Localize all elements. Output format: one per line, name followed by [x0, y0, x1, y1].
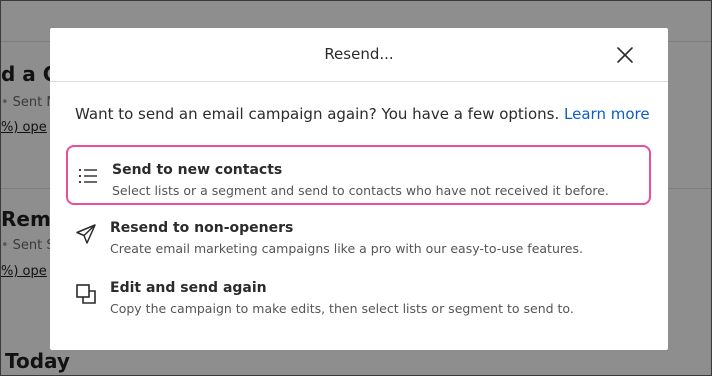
option-description: Copy the campaign to make edits, then se…	[110, 301, 574, 316]
send-icon	[76, 224, 96, 244]
close-icon	[617, 47, 633, 63]
option-description: Create email marketing campaigns like a …	[110, 241, 583, 256]
resend-modal: Resend... Want to send an email campaign…	[50, 28, 668, 350]
list-icon	[78, 168, 97, 184]
option-description: Select lists or a segment and send to co…	[112, 183, 609, 198]
option-title: Edit and send again	[110, 280, 267, 296]
close-button[interactable]	[614, 44, 636, 66]
copy-icon	[76, 284, 96, 304]
option-send-to-new-contacts[interactable]: Send to new contacts Select lists or a s…	[66, 145, 651, 205]
screen-frame: d a C • Sent M %) ope Remi • Sent S %) ope…	[0, 0, 712, 376]
learn-more-link[interactable]: Learn more	[564, 105, 650, 123]
option-title: Send to new contacts	[112, 162, 283, 178]
intro-sentence: Want to send an email campaign again? Yo…	[75, 105, 560, 123]
modal-header: Resend...	[50, 28, 668, 82]
option-title: Resend to non-openers	[110, 220, 294, 236]
option-resend-to-non-openers[interactable]: Resend to non-openers Create email marke…	[66, 205, 651, 265]
intro-text: Want to send an email campaign again? Yo…	[75, 105, 650, 123]
option-edit-and-send-again[interactable]: Edit and send again Copy the campaign to…	[66, 265, 651, 325]
modal-title: Resend...	[324, 45, 394, 63]
